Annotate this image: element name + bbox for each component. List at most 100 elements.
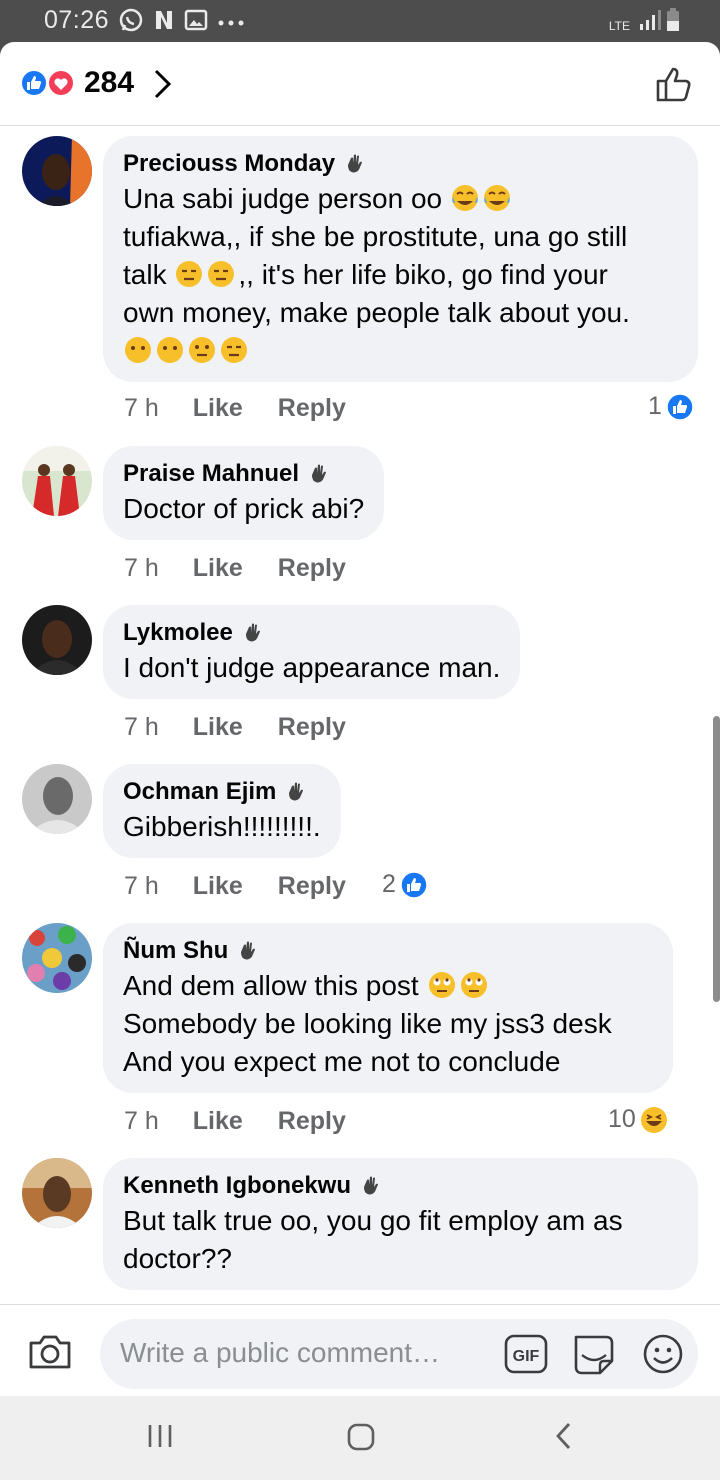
- system-navigation-bar: [0, 1396, 720, 1480]
- comment-text-line: doctor??: [123, 1243, 232, 1274]
- like-button[interactable]: Like: [193, 394, 243, 423]
- tears-of-joy-emoji-icon: [483, 185, 510, 211]
- comment-author[interactable]: Praise Mahnuel: [123, 458, 299, 490]
- comment-bubble[interactable]: Lykmolee I don't judge appearance man.: [103, 605, 521, 699]
- comment-author[interactable]: Lykmolee: [123, 617, 233, 649]
- whatsapp-icon: [119, 8, 143, 32]
- comment-list[interactable]: Preciouss Monday Una sabi judge person o…: [0, 126, 720, 1304]
- reaction-count: 2: [382, 870, 396, 898]
- comment-actions: 7 h Like Reply: [124, 554, 346, 583]
- eye-roll-emoji-icon: [460, 972, 487, 998]
- avatar[interactable]: [22, 1158, 92, 1228]
- comment-time: 7 h: [124, 394, 159, 422]
- comment-time: 7 h: [124, 554, 159, 582]
- like-icon: [400, 870, 428, 899]
- smiley-icon[interactable]: [642, 1333, 684, 1375]
- reaction-count[interactable]: 284: [84, 66, 134, 100]
- comment-bubble[interactable]: Ochman Ejim Gibberish!!!!!!!!!.: [103, 764, 341, 858]
- comment-reactions[interactable]: 10: [608, 1105, 668, 1134]
- no-mouth-emoji-icon: [157, 337, 183, 363]
- like-icon: [666, 392, 694, 421]
- comment-composer: Write a public comment… GIF: [0, 1304, 720, 1396]
- camera-icon[interactable]: [28, 1333, 72, 1371]
- like-button[interactable]: Like: [193, 554, 243, 583]
- wave-icon: [241, 941, 256, 960]
- status-time: 07:26: [44, 6, 110, 34]
- more-notifications-icon: [218, 20, 244, 26]
- chevron-right-icon[interactable]: [152, 68, 174, 100]
- like-button[interactable]: Like: [193, 872, 243, 901]
- comment-text-line: own money, make people talk about you.: [123, 297, 630, 328]
- comment-text-line: tufiakwa,, if she be prostitute, una go …: [123, 221, 628, 252]
- comment-text-line: I don't judge appearance man.: [123, 652, 501, 683]
- comment-author[interactable]: Ñum Shu: [123, 935, 228, 967]
- comment-input[interactable]: Write a public comment… GIF: [100, 1319, 698, 1389]
- reactions-header: 284: [0, 42, 720, 126]
- comment-text-line: Una sabi judge person oo: [123, 183, 443, 214]
- comment-bubble[interactable]: Kenneth Igbonekwu But talk true oo, you …: [103, 1158, 698, 1290]
- comment-time: 7 h: [124, 713, 159, 741]
- eye-roll-emoji-icon: [428, 972, 455, 998]
- expressionless-emoji-icon: [221, 337, 247, 363]
- status-bar: 07:26 LTE: [0, 0, 720, 42]
- comment-actions: 7 h Like Reply: [124, 1107, 346, 1136]
- reply-button[interactable]: Reply: [278, 554, 346, 583]
- comment-text-line: But talk true oo, you go fit employ am a…: [123, 1205, 623, 1236]
- comment-text-line: Gibberish!!!!!!!!!.: [123, 811, 321, 842]
- comment-text-line: Somebody be looking like my jss3 desk: [123, 1008, 612, 1039]
- comment-text-line: And dem allow this post: [123, 970, 419, 1001]
- wave-icon: [289, 782, 304, 801]
- no-mouth-emoji-icon: [125, 337, 151, 363]
- comment-bubble[interactable]: Preciouss Monday Una sabi judge person o…: [103, 136, 698, 382]
- battery-icon: [667, 8, 679, 31]
- comment-author[interactable]: Kenneth Igbonekwu: [123, 1170, 351, 1202]
- avatar[interactable]: [22, 136, 92, 206]
- comment-time: 7 h: [124, 872, 159, 900]
- like-post-icon[interactable]: [654, 64, 694, 104]
- gallery-icon: [184, 9, 208, 31]
- recent-apps-icon[interactable]: [146, 1422, 174, 1450]
- comment-author[interactable]: Ochman Ejim: [123, 776, 276, 808]
- reply-button[interactable]: Reply: [278, 713, 346, 742]
- scrollbar[interactable]: [713, 716, 720, 1002]
- expressionless-emoji-icon: [208, 261, 235, 287]
- like-icon: [20, 69, 48, 97]
- gif-label: GIF: [513, 1348, 540, 1365]
- like-button[interactable]: Like: [193, 1107, 243, 1136]
- love-icon: [47, 69, 75, 97]
- comment-reactions[interactable]: 2: [382, 870, 428, 899]
- comment-text-line: And you expect me not to conclude: [123, 1046, 561, 1077]
- comment-reactions[interactable]: 1: [648, 392, 694, 421]
- avatar[interactable]: [22, 446, 92, 516]
- comment-actions: 7 h Like Reply: [124, 394, 346, 423]
- reply-button[interactable]: Reply: [278, 1107, 346, 1136]
- signal-icon: [640, 10, 661, 30]
- comment-input-placeholder: Write a public comment…: [120, 1337, 441, 1368]
- avatar[interactable]: [22, 923, 92, 993]
- like-button[interactable]: Like: [193, 713, 243, 742]
- comment-time: 7 h: [124, 1107, 159, 1135]
- netflix-icon: [156, 11, 172, 29]
- comment-author[interactable]: Preciouss Monday: [123, 148, 335, 180]
- gif-icon[interactable]: GIF: [504, 1334, 548, 1374]
- tears-of-joy-emoji-icon: [451, 185, 478, 211]
- avatar[interactable]: [22, 605, 92, 675]
- haha-icon: [640, 1106, 667, 1133]
- reply-button[interactable]: Reply: [278, 394, 346, 423]
- reaction-count: 1: [648, 392, 662, 420]
- expressionless-emoji-icon: [176, 261, 203, 287]
- avatar[interactable]: [22, 764, 92, 834]
- wave-icon: [245, 623, 260, 642]
- comment-bubble[interactable]: Ñum Shu And dem allow this post Somebody…: [103, 923, 673, 1093]
- home-icon[interactable]: [346, 1422, 376, 1452]
- comment-bubble[interactable]: Praise Mahnuel Doctor of prick abi?: [103, 446, 385, 540]
- reply-button[interactable]: Reply: [278, 872, 346, 901]
- reaction-icons[interactable]: [18, 68, 78, 98]
- wave-icon: [348, 154, 363, 173]
- back-icon[interactable]: [554, 1420, 574, 1452]
- sticker-icon[interactable]: [572, 1331, 616, 1377]
- comment-text-line: talk: [123, 259, 167, 290]
- wave-icon: [364, 1176, 378, 1195]
- network-type-label: LTE: [608, 19, 630, 33]
- comment-actions: 7 h Like Reply: [124, 872, 346, 901]
